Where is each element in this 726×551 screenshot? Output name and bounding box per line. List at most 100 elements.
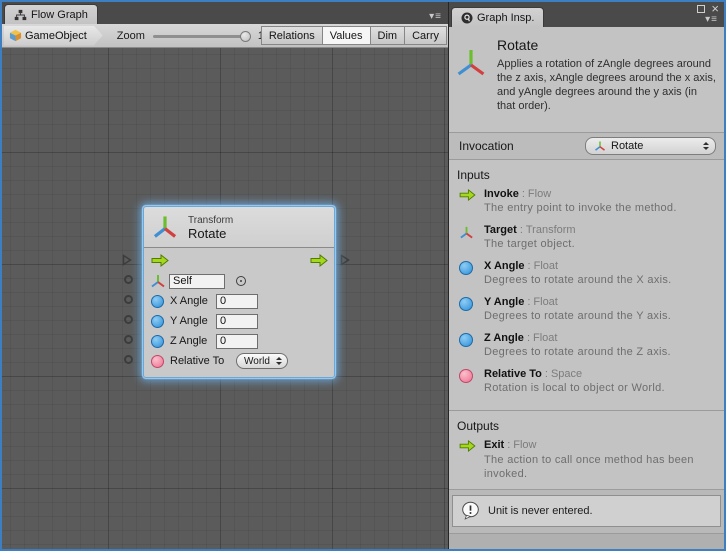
rotate-node[interactable]: Transform Rotate xyxy=(143,206,335,378)
float-port-icon[interactable] xyxy=(151,315,164,328)
relations-button[interactable]: Relations xyxy=(261,26,323,45)
invoke-flow-arrow-icon[interactable] xyxy=(151,254,169,267)
tab-flow-graph-label: Flow Graph xyxy=(31,9,88,21)
port-description: Rotation is local to object or World. xyxy=(484,382,665,394)
target-value-input[interactable] xyxy=(169,274,225,289)
invocation-dropdown[interactable]: Rotate xyxy=(585,137,716,155)
port-name: Invoke xyxy=(484,188,519,200)
inspector-tab-strip: Graph Insp. × ▾≡ xyxy=(449,2,724,27)
inputs-section: Inputs Invoke:Flow The entry point to in… xyxy=(449,160,724,410)
port-separator: : xyxy=(517,224,526,236)
y-angle-port-handle[interactable] xyxy=(124,315,133,324)
dropdown-arrows-icon xyxy=(275,357,282,365)
port-type: Float xyxy=(534,260,558,272)
port-type: Float xyxy=(533,296,557,308)
exit-flow-port-handle[interactable] xyxy=(340,254,350,269)
port-separator: : xyxy=(542,368,551,380)
float-port-icon xyxy=(459,261,473,275)
port-description: Degrees to rotate around the X axis. xyxy=(484,274,672,286)
relative-to-dropdown[interactable]: World xyxy=(236,353,288,369)
port-separator: : xyxy=(525,260,534,272)
rotate-node-header[interactable]: Transform Rotate xyxy=(144,207,334,248)
zoom-label: Zoom xyxy=(117,30,145,42)
float-port-icon[interactable] xyxy=(151,335,164,348)
port-name: Y Angle xyxy=(484,296,524,308)
invocation-label: Invocation xyxy=(459,139,514,153)
inputs-title: Inputs xyxy=(457,168,716,188)
port-row-y-angle: Y Angle:Float Degrees to rotate around t… xyxy=(457,296,716,332)
invocation-row: Invocation Rotate xyxy=(449,133,724,160)
maximize-icon[interactable] xyxy=(697,5,705,13)
panel-menu-icon[interactable]: ▾≡ xyxy=(705,14,718,25)
breadcrumb-gameobject[interactable]: GameObject xyxy=(4,26,103,46)
z-angle-input[interactable] xyxy=(216,334,258,349)
zoom-slider-track[interactable] xyxy=(153,35,251,38)
carry-button[interactable]: Carry xyxy=(404,26,447,45)
zoom-slider[interactable] xyxy=(153,30,251,42)
tab-flow-graph[interactable]: Flow Graph xyxy=(4,4,98,24)
port-type: Transform xyxy=(526,224,576,236)
port-description: The entry point to invoke the method. xyxy=(484,202,677,214)
exit-flow-arrow-icon[interactable] xyxy=(310,254,328,267)
zoom-slider-thumb[interactable] xyxy=(240,31,251,42)
port-separator: : xyxy=(519,188,528,200)
node-title: Rotate xyxy=(188,227,233,240)
graph-canvas[interactable]: Transform Rotate xyxy=(2,48,448,549)
tab-graph-inspector-label: Graph Insp. xyxy=(477,12,534,24)
node-z-angle-row: Z Angle xyxy=(144,331,334,351)
tab-graph-inspector[interactable]: Graph Insp. xyxy=(451,7,544,27)
node-body: X Angle Y Angle Z Angle xyxy=(144,248,334,377)
y-angle-input[interactable] xyxy=(216,314,258,329)
inspector-header: Rotate Applies a rotation of zAngle degr… xyxy=(449,27,724,133)
node-x-angle-row: X Angle xyxy=(144,291,334,311)
breadcrumb-label: GameObject xyxy=(25,30,87,42)
port-circle-icon xyxy=(124,295,133,304)
transform-axes-icon xyxy=(455,43,487,81)
outputs-title: Outputs xyxy=(457,419,716,439)
y-angle-label: Y Angle xyxy=(170,315,216,327)
port-name: X Angle xyxy=(484,260,525,272)
values-button[interactable]: Values xyxy=(322,26,371,45)
warning-bubble-icon xyxy=(461,501,480,520)
flow-graph-panel: Flow Graph ▾≡ GameObject Zoom 1x Relatio… xyxy=(2,2,448,549)
port-row-x-angle: X Angle:Float Degrees to rotate around t… xyxy=(457,260,716,296)
panel-menu-icon[interactable]: ▾≡ xyxy=(429,11,442,22)
flow-arrow-icon xyxy=(459,440,476,452)
gameobject-cube-icon xyxy=(9,29,22,42)
port-row-invoke: Invoke:Flow The entry point to invoke th… xyxy=(457,188,716,224)
toolbar-button-group: Relations Values Dim Carry xyxy=(262,26,447,45)
transform-axes-icon xyxy=(152,213,178,241)
target-port-handle[interactable] xyxy=(124,275,133,284)
input-flow-port-handle[interactable] xyxy=(122,254,132,269)
inspector-header-text: Rotate Applies a rotation of zAngle degr… xyxy=(497,37,717,132)
port-name: Z Angle xyxy=(484,332,524,344)
x-angle-input[interactable] xyxy=(216,294,258,309)
flow-graph-icon xyxy=(14,9,27,21)
node-target-row xyxy=(144,271,334,291)
window-controls: × xyxy=(697,4,719,14)
port-name: Target xyxy=(484,224,517,236)
port-separator: : xyxy=(504,439,513,451)
relative-to-port-handle[interactable] xyxy=(124,355,133,364)
float-port-icon[interactable] xyxy=(151,295,164,308)
port-description: The action to call once method has been … xyxy=(484,453,716,481)
port-name: Exit xyxy=(484,439,504,451)
warning-text: Unit is never entered. xyxy=(488,505,593,517)
x-angle-port-handle[interactable] xyxy=(124,295,133,304)
graph-inspector-icon xyxy=(461,12,473,24)
float-port-icon xyxy=(459,297,473,311)
flow-graph-tab-strip: Flow Graph ▾≡ xyxy=(2,2,448,24)
port-description: Degrees to rotate around the Y axis. xyxy=(484,310,671,322)
port-description: Degrees to rotate around the Z axis. xyxy=(484,346,671,358)
enum-port-icon[interactable] xyxy=(151,355,164,368)
z-angle-port-handle[interactable] xyxy=(124,335,133,344)
outputs-section: Outputs Exit:Flow The action to call onc… xyxy=(449,410,724,489)
port-circle-icon xyxy=(124,355,133,364)
close-icon[interactable]: × xyxy=(711,4,719,14)
port-circle-icon xyxy=(124,335,133,344)
object-picker-icon[interactable] xyxy=(236,276,246,286)
port-row-target: Target:Transform The target object. xyxy=(457,224,716,260)
z-angle-label: Z Angle xyxy=(170,335,216,347)
warning-box: Unit is never entered. xyxy=(452,495,721,527)
dim-button[interactable]: Dim xyxy=(370,26,406,45)
